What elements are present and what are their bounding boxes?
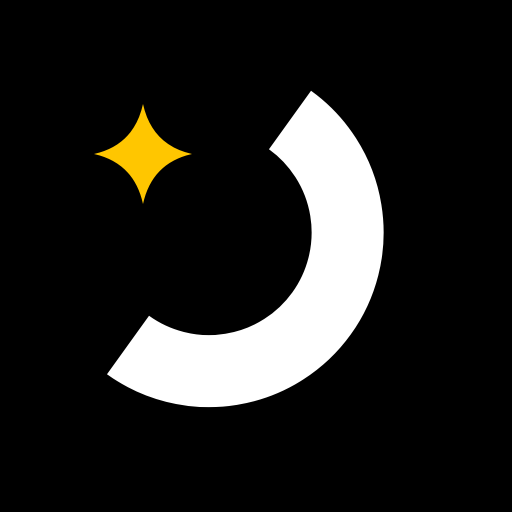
icon-background — [0, 0, 512, 512]
app-logo — [0, 0, 512, 512]
app-icon-canvas — [0, 0, 512, 512]
